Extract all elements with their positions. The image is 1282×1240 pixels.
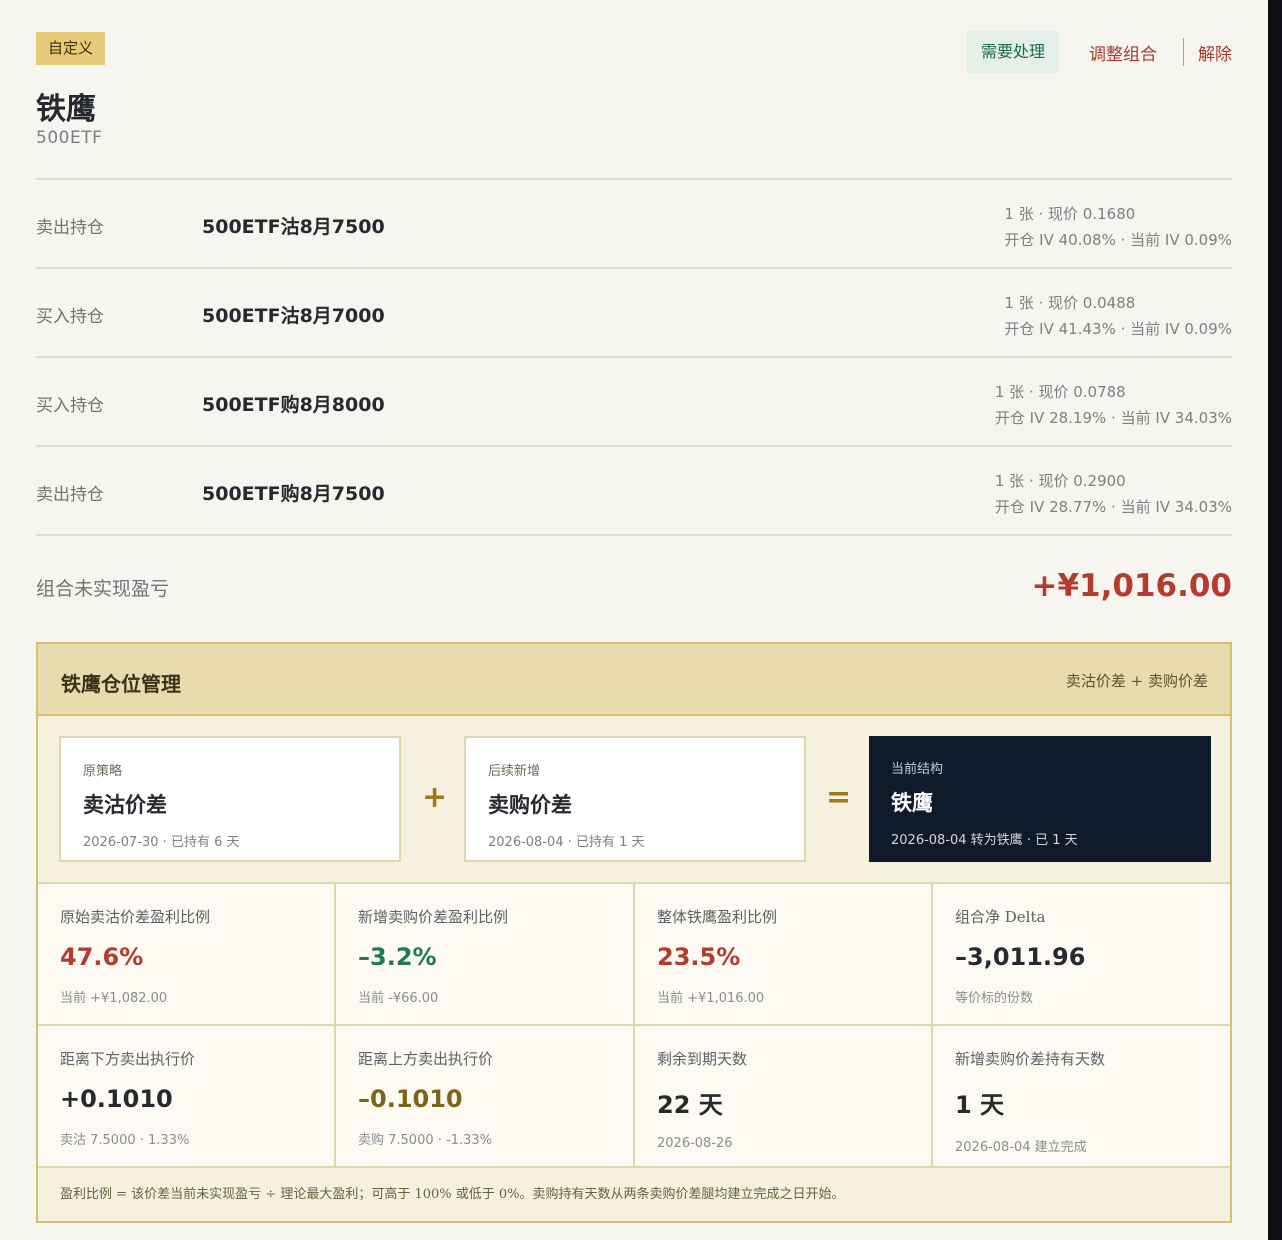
unrealized-pnl-label: 组合未实现盈亏 — [36, 578, 170, 600]
structure-date: 2026-07-30 · 已持有 6 天 — [83, 835, 240, 850]
metric-call-spread-profit: 新增卖购价差盈利比例 –3.2% 当前 -¥66.00 — [336, 884, 635, 1026]
position-iv: 开仓 IV 28.77% · 当前 IV 34.03% — [994, 498, 1232, 516]
strategy-title: 铁鹰 — [36, 92, 96, 127]
metric-net-delta: 组合净 Delta –3,011.96 等价标的份数 — [933, 884, 1230, 1026]
position-side: 买入持仓 — [36, 307, 104, 327]
position-meta: 1 张 · 现价 0.1680 开仓 IV 40.08% · 当前 IV 0.0… — [1004, 201, 1232, 253]
metric-sub: 2026-08-26 — [657, 1136, 733, 1151]
adjust-combo-button[interactable]: 调整组合 — [1089, 40, 1157, 65]
original-strategy-card: 原策略 卖沽价差 2026-07-30 · 已持有 6 天 — [59, 736, 401, 862]
position-qty-price: 1 张 · 现价 0.0488 — [1004, 294, 1136, 312]
panel-footnote: 盈利比例 = 该价差当前未实现盈亏 ÷ 理论最大盈利；可高于 100% 或低于 … — [60, 1187, 845, 1202]
positions-list: 卖出持仓 500ETF沽8月7500 1 张 · 现价 0.1680 开仓 IV… — [36, 178, 1232, 536]
position-row: 买入持仓 500ETF购8月8000 1 张 · 现价 0.0788 开仓 IV… — [36, 358, 1232, 447]
position-row: 卖出持仓 500ETF沽8月7500 1 张 · 现价 0.1680 开仓 IV… — [36, 180, 1232, 269]
action-bar: 需要处理 调整组合 解除 — [966, 31, 1232, 73]
metric-lower-strike-distance: 距离下方卖出执行价 +0.1010 卖沽 7.5000 · 1.33% — [38, 1026, 336, 1168]
metric-value: 23.5% — [657, 943, 741, 971]
position-row: 买入持仓 500ETF沽8月7000 1 张 · 现价 0.0488 开仓 IV… — [36, 269, 1232, 358]
metric-label: 新增卖购价差盈利比例 — [358, 908, 509, 926]
metric-value: –3.2% — [358, 943, 437, 971]
metric-sub: 等价标的份数 — [955, 991, 1034, 1006]
position-meta: 1 张 · 现价 0.0488 开仓 IV 41.43% · 当前 IV 0.0… — [1004, 290, 1232, 342]
metric-sub: 当前 -¥66.00 — [358, 991, 439, 1006]
unrealized-pnl-value: +¥1,016.00 — [1031, 568, 1232, 604]
position-row: 卖出持仓 500ETF购8月7500 1 张 · 现价 0.2900 开仓 IV… — [36, 447, 1232, 536]
position-name: 500ETF沽8月7500 — [202, 216, 385, 238]
current-structure-card: 当前结构 铁鹰 2026-08-04 转为铁鹰 · 已 1 天 — [869, 736, 1211, 862]
position-name: 500ETF购8月7500 — [202, 483, 385, 505]
metric-value: +0.1010 — [60, 1085, 173, 1113]
panel-header: 铁鹰仓位管理 卖沽价差 + 卖购价差 — [38, 644, 1230, 716]
metric-value: 47.6% — [60, 943, 144, 971]
structure-label: 当前结构 — [891, 762, 944, 777]
panel-title: 铁鹰仓位管理 — [61, 672, 181, 696]
position-name: 500ETF沽8月7000 — [202, 305, 385, 327]
position-qty-price: 1 张 · 现价 0.2900 — [994, 472, 1126, 490]
position-qty-price: 1 张 · 现价 0.1680 — [1004, 205, 1136, 223]
underlying-label: 500ETF — [36, 128, 103, 148]
added-strategy-card: 后续新增 卖购价差 2026-08-04 · 已持有 1 天 — [464, 736, 806, 862]
metric-upper-strike-distance: 距离上方卖出执行价 –0.1010 卖购 7.5000 · -1.33% — [336, 1026, 635, 1168]
metric-sub: 当前 +¥1,082.00 — [60, 991, 168, 1006]
metric-value: –3,011.96 — [955, 943, 1086, 971]
plus-icon: + — [422, 780, 448, 815]
custom-tag: 自定义 — [36, 32, 106, 65]
metric-condor-profit: 整体铁鹰盈利比例 23.5% 当前 +¥1,016.00 — [635, 884, 933, 1026]
structure-name: 卖沽价差 — [83, 792, 167, 817]
structure-name: 铁鹰 — [891, 790, 933, 815]
metric-sub: 卖购 7.5000 · -1.33% — [358, 1133, 493, 1148]
needs-attention-button[interactable]: 需要处理 — [966, 31, 1059, 73]
metrics-grid: 原始卖沽价差盈利比例 47.6% 当前 +¥1,082.00 新增卖购价差盈利比… — [38, 882, 1230, 1168]
structure-label: 原策略 — [83, 764, 123, 779]
structure-label: 后续新增 — [488, 764, 541, 779]
metric-value: 22 天 — [657, 1091, 723, 1119]
panel-hint: 卖沽价差 + 卖购价差 — [1065, 672, 1208, 690]
position-side: 卖出持仓 — [36, 218, 104, 238]
metric-sub: 当前 +¥1,016.00 — [657, 991, 765, 1006]
equals-icon: = — [826, 780, 852, 815]
position-iv: 开仓 IV 41.43% · 当前 IV 0.09% — [1004, 320, 1232, 338]
position-meta: 1 张 · 现价 0.0788 开仓 IV 28.19% · 当前 IV 34.… — [995, 379, 1232, 431]
metric-label: 距离下方卖出执行价 — [60, 1050, 196, 1068]
metric-sub: 卖沽 7.5000 · 1.33% — [60, 1133, 190, 1148]
dissolve-button[interactable]: 解除 — [1198, 40, 1232, 65]
structure-date: 2026-08-04 · 已持有 1 天 — [488, 835, 645, 850]
metric-label: 新增卖购价差持有天数 — [955, 1050, 1106, 1068]
metric-value: 1 天 — [955, 1091, 1005, 1119]
structure-name: 卖购价差 — [488, 792, 572, 817]
metric-label: 组合净 Delta — [955, 908, 1046, 926]
iron-condor-management-panel: 铁鹰仓位管理 卖沽价差 + 卖购价差 原策略 卖沽价差 2026-07-30 ·… — [36, 642, 1232, 1223]
metric-label: 整体铁鹰盈利比例 — [657, 908, 778, 926]
position-qty-price: 1 张 · 现价 0.0788 — [994, 383, 1126, 401]
action-divider — [1183, 38, 1184, 66]
metric-value: –0.1010 — [358, 1085, 463, 1113]
position-side: 买入持仓 — [36, 396, 104, 416]
window-edge — [1268, 0, 1282, 1240]
metric-days-to-expiry: 剩余到期天数 22 天 2026-08-26 — [635, 1026, 933, 1168]
metric-call-spread-hold-days: 新增卖购价差持有天数 1 天 2026-08-04 建立完成 — [933, 1026, 1230, 1168]
position-name: 500ETF购8月8000 — [202, 394, 385, 416]
metric-put-spread-profit: 原始卖沽价差盈利比例 47.6% 当前 +¥1,082.00 — [38, 884, 336, 1026]
metric-label: 距离上方卖出执行价 — [358, 1050, 494, 1068]
metric-label: 原始卖沽价差盈利比例 — [60, 908, 211, 926]
position-iv: 开仓 IV 40.08% · 当前 IV 0.09% — [1004, 231, 1232, 249]
structure-date: 2026-08-04 转为铁鹰 · 已 1 天 — [891, 833, 1078, 848]
metric-sub: 2026-08-04 建立完成 — [955, 1140, 1087, 1155]
metric-label: 剩余到期天数 — [657, 1050, 748, 1068]
position-meta: 1 张 · 现价 0.2900 开仓 IV 28.77% · 当前 IV 34.… — [995, 468, 1232, 520]
position-side: 卖出持仓 — [36, 485, 104, 505]
position-iv: 开仓 IV 28.19% · 当前 IV 34.03% — [994, 409, 1232, 427]
